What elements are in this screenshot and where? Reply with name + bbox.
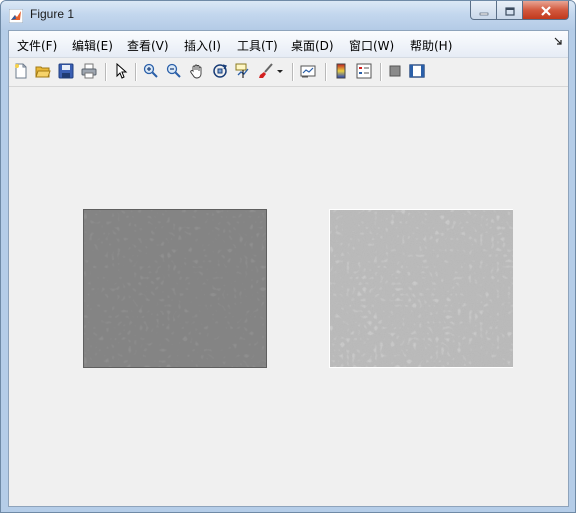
zoom-out-icon[interactable] bbox=[165, 62, 183, 80]
maximize-button[interactable] bbox=[497, 1, 523, 20]
toolbar-separator bbox=[292, 63, 294, 81]
right-image-axes[interactable] bbox=[329, 209, 513, 368]
title-bar[interactable]: Figure 1 bbox=[1, 1, 575, 30]
toolbar-separator bbox=[380, 63, 382, 81]
left-image-axes[interactable] bbox=[83, 209, 267, 368]
close-button[interactable] bbox=[523, 1, 569, 20]
figure-window: Figure 1 文件(F) 编辑(E) 查看(V) 插入(I) 工具(T) 桌… bbox=[0, 0, 576, 513]
menu-desktop[interactable]: 桌面(D) bbox=[291, 37, 334, 54]
close-icon bbox=[540, 1, 552, 20]
zoom-in-icon[interactable] bbox=[142, 62, 160, 80]
menu-insert[interactable]: 插入(I) bbox=[184, 37, 221, 54]
menu-bar: 文件(F) 编辑(E) 查看(V) 插入(I) 工具(T) 桌面(D) 窗口(W… bbox=[9, 31, 568, 58]
menu-view[interactable]: 查看(V) bbox=[127, 37, 169, 54]
menu-tools[interactable]: 工具(T) bbox=[237, 37, 278, 54]
window-title: Figure 1 bbox=[30, 7, 75, 21]
menu-help[interactable]: 帮助(H) bbox=[410, 37, 452, 54]
link-plot-icon[interactable] bbox=[299, 62, 317, 80]
menu-edit[interactable]: 编辑(E) bbox=[72, 37, 113, 54]
dock-arrow-icon[interactable] bbox=[554, 37, 562, 48]
figure-toolbar bbox=[9, 58, 568, 87]
print-icon[interactable] bbox=[80, 62, 98, 80]
maximize-icon bbox=[504, 1, 515, 20]
colorbar-icon[interactable] bbox=[332, 62, 350, 80]
matlab-icon bbox=[8, 8, 24, 24]
toolbar-separator bbox=[325, 63, 327, 81]
legend-icon[interactable] bbox=[355, 62, 373, 80]
figure-client-area: 文件(F) 编辑(E) 查看(V) 插入(I) 工具(T) 桌面(D) 窗口(W… bbox=[8, 30, 569, 507]
toolbar-separator bbox=[105, 63, 107, 81]
show-plot-tools-icon[interactable] bbox=[408, 62, 426, 80]
rotate-3d-icon[interactable] bbox=[211, 62, 229, 80]
save-icon[interactable] bbox=[57, 62, 75, 80]
brush-icon[interactable] bbox=[257, 62, 275, 80]
minimize-button[interactable] bbox=[470, 1, 497, 20]
minimize-icon bbox=[479, 1, 489, 20]
brush-dropdown-icon[interactable] bbox=[275, 62, 285, 80]
pan-hand-icon[interactable] bbox=[188, 62, 206, 80]
open-file-icon[interactable] bbox=[34, 62, 52, 80]
hide-plot-tools-icon[interactable] bbox=[386, 62, 404, 80]
menu-window[interactable]: 窗口(W) bbox=[349, 37, 394, 54]
data-cursor-icon[interactable] bbox=[234, 62, 252, 80]
new-figure-icon[interactable] bbox=[12, 62, 30, 80]
menu-file[interactable]: 文件(F) bbox=[17, 37, 57, 54]
pointer-icon[interactable] bbox=[112, 62, 130, 80]
toolbar-separator bbox=[135, 63, 137, 81]
